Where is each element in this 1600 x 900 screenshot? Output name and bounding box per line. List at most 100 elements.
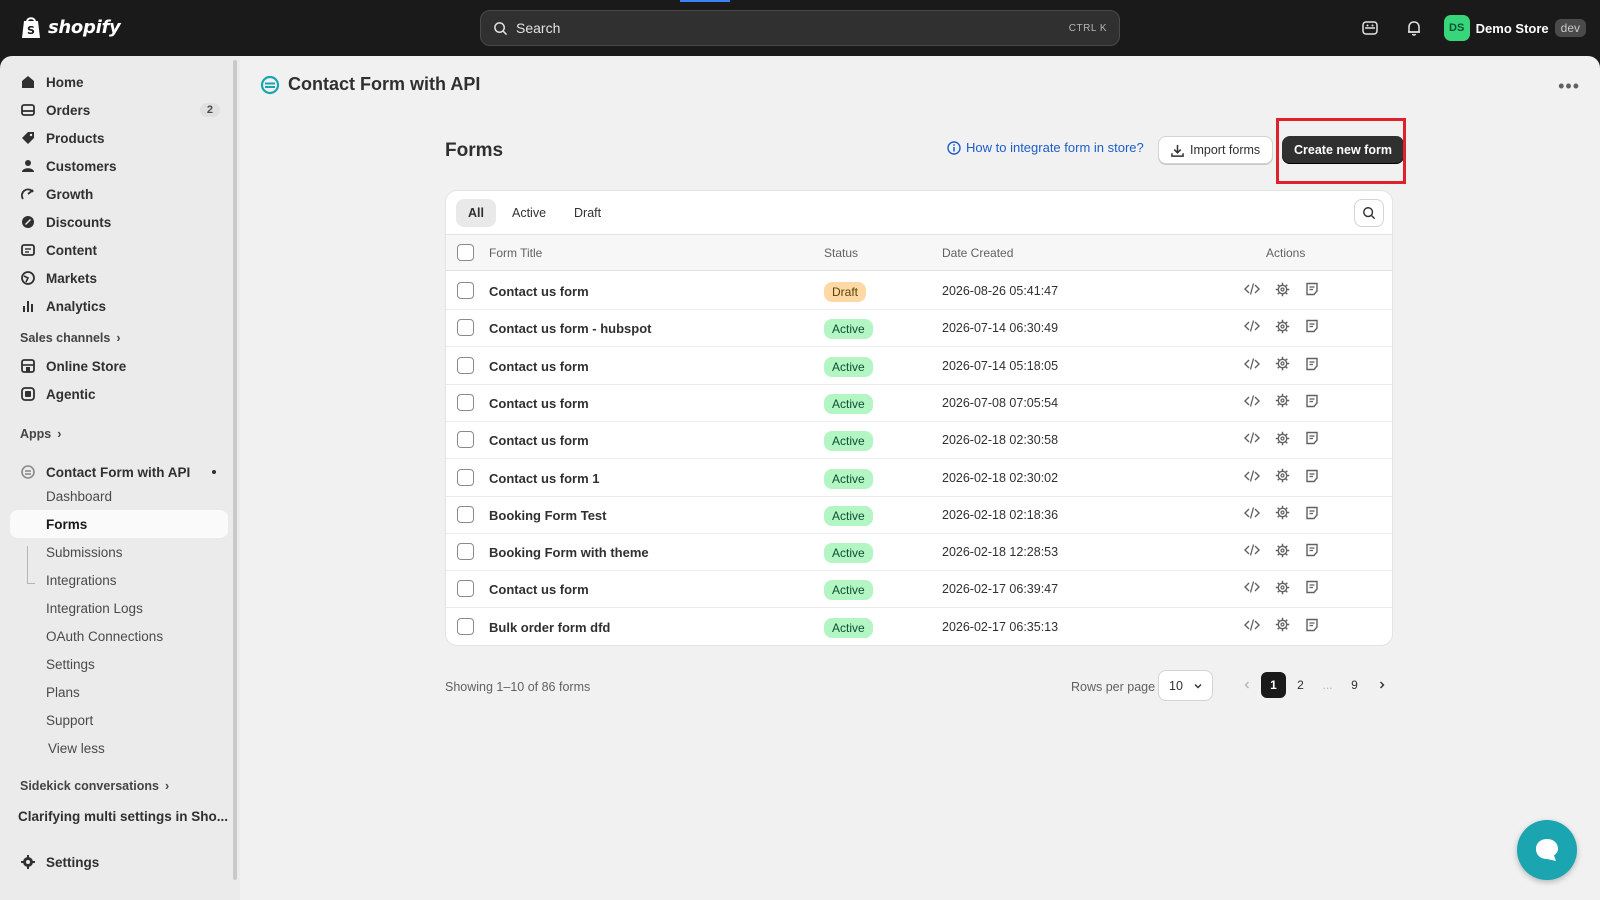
submissions-note-icon[interactable] bbox=[1304, 617, 1320, 633]
form-title-cell[interactable]: Bulk order form dfd bbox=[489, 620, 610, 635]
form-title-cell[interactable]: Booking Form Test bbox=[489, 508, 606, 523]
sidebar-item-analytics[interactable]: Analytics bbox=[10, 292, 228, 320]
submissions-note-icon[interactable] bbox=[1304, 468, 1320, 484]
submissions-note-icon[interactable] bbox=[1304, 579, 1320, 595]
tab-active[interactable]: Active bbox=[500, 199, 558, 227]
row-checkbox[interactable] bbox=[457, 356, 474, 374]
embed-code-icon[interactable] bbox=[1244, 393, 1260, 409]
sidekick-button[interactable] bbox=[1348, 0, 1392, 56]
form-title-cell[interactable]: Contact us form bbox=[489, 284, 589, 299]
embed-code-icon[interactable] bbox=[1244, 318, 1260, 334]
row-checkbox[interactable] bbox=[457, 431, 474, 449]
app-nav-support[interactable]: Support bbox=[10, 706, 228, 734]
table-row[interactable]: Contact us form Active 2026-02-18 02:30:58 bbox=[446, 421, 1392, 460]
row-checkbox[interactable] bbox=[457, 319, 474, 337]
form-title-cell[interactable]: Contact us form bbox=[489, 433, 589, 448]
submissions-note-icon[interactable] bbox=[1304, 318, 1320, 334]
more-options-icon[interactable]: ••• bbox=[1558, 76, 1580, 97]
table-row[interactable]: Contact us form Draft 2026-08-26 05:41:47 bbox=[446, 272, 1392, 310]
app-nav-view-less[interactable]: View less bbox=[10, 734, 228, 762]
app-nav-plans[interactable]: Plans bbox=[10, 678, 228, 706]
app-nav-dashboard[interactable]: Dashboard bbox=[10, 482, 228, 510]
sidebar-item-content[interactable]: Content bbox=[10, 236, 228, 264]
row-checkbox[interactable] bbox=[457, 468, 474, 486]
tab-draft[interactable]: Draft bbox=[562, 199, 613, 227]
sidekick-conversation-item[interactable]: Clarifying multi settings in Sho... bbox=[10, 802, 228, 830]
settings-gear-icon[interactable] bbox=[1274, 505, 1290, 521]
table-row[interactable]: Contact us form Active 2026-07-08 07:05:54 bbox=[446, 384, 1392, 422]
sales-channels-header[interactable]: Sales channels › bbox=[20, 331, 121, 345]
sidebar-item-growth[interactable]: Growth bbox=[10, 180, 228, 208]
page-9-button[interactable]: 9 bbox=[1342, 672, 1367, 698]
table-row[interactable]: Booking Form with theme Active 2026-02-18 … bbox=[446, 533, 1392, 572]
rows-per-page-select[interactable]: 10 bbox=[1158, 670, 1213, 701]
shopify-logo[interactable]: S shopify bbox=[20, 14, 121, 40]
import-forms-button[interactable]: Import forms bbox=[1158, 136, 1274, 164]
submissions-note-icon[interactable] bbox=[1304, 505, 1320, 521]
embed-code-icon[interactable] bbox=[1244, 356, 1260, 372]
form-title-cell[interactable]: Booking Form with theme bbox=[489, 545, 649, 560]
page-1-button[interactable]: 1 bbox=[1261, 672, 1286, 698]
app-nav-submissions[interactable]: Submissions bbox=[10, 538, 228, 566]
next-page-button[interactable] bbox=[1369, 672, 1394, 698]
row-checkbox[interactable] bbox=[457, 580, 474, 598]
form-title-cell[interactable]: Contact us form - hubspot bbox=[489, 321, 652, 336]
sidebar-item-orders[interactable]: Orders 2 bbox=[10, 96, 228, 124]
form-title-cell[interactable]: Contact us form bbox=[489, 582, 589, 597]
page-2-button[interactable]: 2 bbox=[1288, 672, 1313, 698]
settings-gear-icon[interactable] bbox=[1274, 356, 1290, 372]
submissions-note-icon[interactable] bbox=[1304, 542, 1320, 558]
tab-all[interactable]: All bbox=[456, 199, 496, 227]
prev-page-button[interactable] bbox=[1234, 672, 1259, 698]
settings-gear-icon[interactable] bbox=[1274, 318, 1290, 334]
row-checkbox[interactable] bbox=[457, 617, 474, 635]
embed-code-icon[interactable] bbox=[1244, 468, 1260, 484]
sidebar-item-settings[interactable]: Settings bbox=[10, 848, 228, 876]
settings-gear-icon[interactable] bbox=[1274, 430, 1290, 446]
app-nav-forms[interactable]: Forms bbox=[10, 510, 228, 538]
settings-gear-icon[interactable] bbox=[1274, 579, 1290, 595]
help-link[interactable]: How to integrate form in store? bbox=[947, 140, 1144, 155]
sidebar-item-agentic[interactable]: Agentic bbox=[10, 380, 228, 408]
row-checkbox[interactable] bbox=[457, 282, 474, 299]
sidekick-conversations-header[interactable]: Sidekick conversations › bbox=[20, 779, 169, 793]
select-all-checkbox[interactable] bbox=[457, 244, 474, 261]
row-checkbox[interactable] bbox=[457, 505, 474, 523]
settings-gear-icon[interactable] bbox=[1274, 542, 1290, 558]
table-row[interactable]: Bulk order form dfd Active 2026-02-17 06:3… bbox=[446, 608, 1392, 645]
form-title-cell[interactable]: Contact us form bbox=[489, 396, 589, 411]
sidebar-item-products[interactable]: Products bbox=[10, 124, 228, 152]
table-row[interactable]: Contact us form 1 Active 2026-02-18 02:30:… bbox=[446, 459, 1392, 497]
row-checkbox[interactable] bbox=[457, 393, 474, 411]
sidebar-item-discounts[interactable]: Discounts bbox=[10, 208, 228, 236]
table-search-button[interactable] bbox=[1354, 199, 1384, 227]
form-title-cell[interactable]: Contact us form 1 bbox=[489, 471, 600, 486]
submissions-note-icon[interactable] bbox=[1304, 281, 1320, 297]
embed-code-icon[interactable] bbox=[1244, 579, 1260, 595]
submissions-note-icon[interactable] bbox=[1304, 430, 1320, 446]
chat-widget-button[interactable] bbox=[1517, 820, 1577, 880]
embed-code-icon[interactable] bbox=[1244, 281, 1260, 297]
app-nav-oauth-connections[interactable]: OAuth Connections bbox=[10, 622, 228, 650]
app-nav-settings[interactable]: Settings bbox=[10, 650, 228, 678]
embed-code-icon[interactable] bbox=[1244, 430, 1260, 446]
submissions-note-icon[interactable] bbox=[1304, 393, 1320, 409]
sidebar-item-markets[interactable]: Markets bbox=[10, 264, 228, 292]
notifications-button[interactable] bbox=[1392, 0, 1436, 56]
store-switcher[interactable]: DS Demo Store dev bbox=[1443, 15, 1586, 41]
embed-code-icon[interactable] bbox=[1244, 617, 1260, 633]
row-checkbox[interactable] bbox=[457, 543, 474, 561]
form-title-cell[interactable]: Contact us form bbox=[489, 359, 589, 374]
embed-code-icon[interactable] bbox=[1244, 542, 1260, 558]
settings-gear-icon[interactable] bbox=[1274, 281, 1290, 297]
submissions-note-icon[interactable] bbox=[1304, 356, 1320, 372]
table-row[interactable]: Contact us form - hubspot Active 2026-07-1… bbox=[446, 309, 1392, 348]
apps-header[interactable]: Apps › bbox=[20, 427, 61, 441]
sidebar-item-online-store[interactable]: Online Store bbox=[10, 352, 228, 380]
app-nav-integrations[interactable]: Integrations bbox=[10, 566, 228, 594]
settings-gear-icon[interactable] bbox=[1274, 468, 1290, 484]
sidebar-item-customers[interactable]: Customers bbox=[10, 152, 228, 180]
embed-code-icon[interactable] bbox=[1244, 505, 1260, 521]
app-nav-integration-logs[interactable]: Integration Logs bbox=[10, 594, 228, 622]
sidebar-scrollbar[interactable] bbox=[233, 60, 237, 880]
